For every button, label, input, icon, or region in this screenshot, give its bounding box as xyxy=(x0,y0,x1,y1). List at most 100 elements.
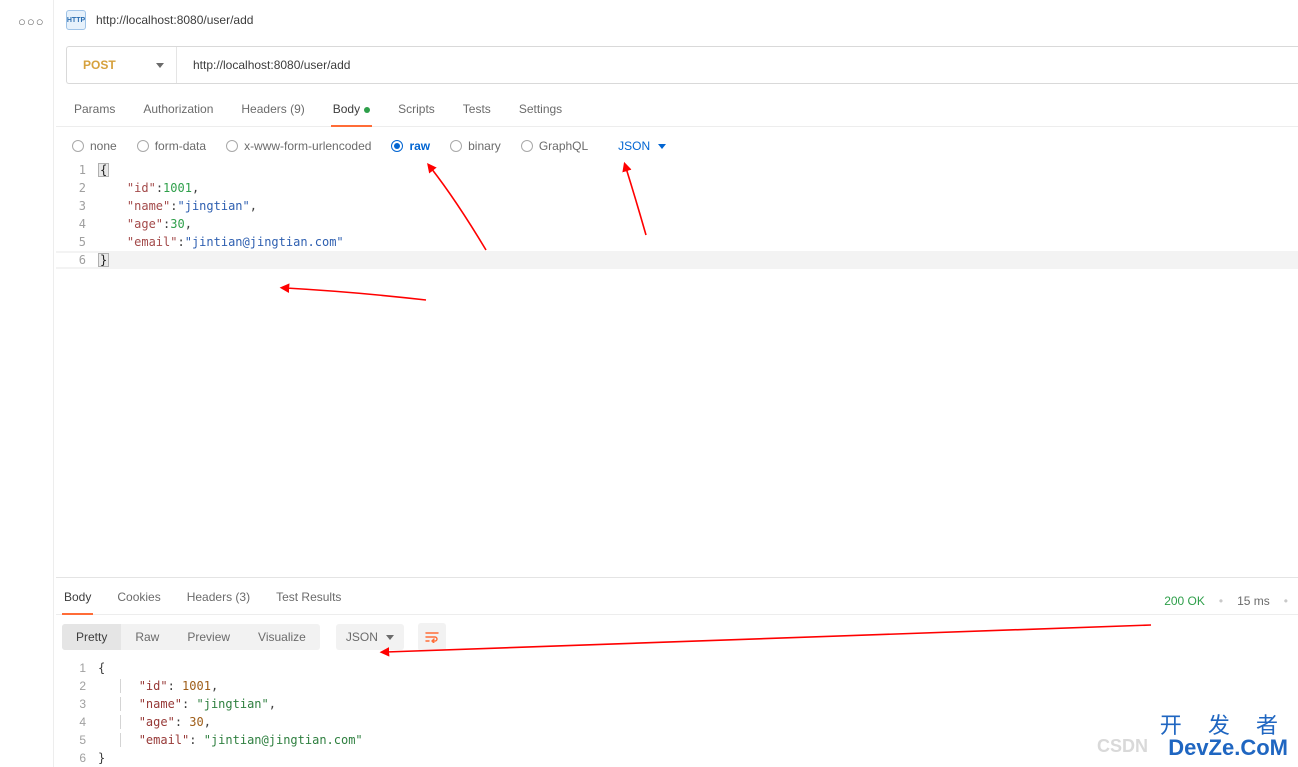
radio-selected-icon xyxy=(391,140,403,152)
request-tab-title: HTTP http://localhost:8080/user/add xyxy=(56,0,1298,40)
editor-blank-area xyxy=(56,269,1298,577)
response-tabs: Body Cookies Headers (3) Test Results xyxy=(60,588,343,614)
json-value: "jintian@jingtian.com" xyxy=(185,235,344,249)
status-badge: 200 OK xyxy=(1164,594,1205,608)
bodytype-form-data[interactable]: form-data xyxy=(137,139,206,153)
line-number: 3 xyxy=(56,697,98,711)
meta-separator: • xyxy=(1284,594,1288,608)
watermark-cn: 开 发 者 xyxy=(1160,715,1288,737)
json-value: 30 xyxy=(170,217,184,231)
raw-format-dropdown[interactable]: JSON xyxy=(618,139,666,153)
wrap-lines-button[interactable] xyxy=(418,623,446,651)
line-number: 2 xyxy=(56,679,98,693)
response-view-group: Pretty Raw Preview Visualize xyxy=(62,624,320,650)
tab-authorization[interactable]: Authorization xyxy=(141,96,215,126)
tab-settings[interactable]: Settings xyxy=(517,96,564,126)
radio-icon xyxy=(72,140,84,152)
radio-icon xyxy=(450,140,462,152)
bodytype-binary[interactable]: binary xyxy=(450,139,501,153)
json-value: 30 xyxy=(189,715,203,729)
line-number: 3 xyxy=(56,199,98,213)
tab-tests[interactable]: Tests xyxy=(461,96,493,126)
line-number: 5 xyxy=(56,235,98,249)
line-number: 5 xyxy=(56,733,98,747)
line-number: 6 xyxy=(56,253,98,267)
request-tabs: Params Authorization Headers (9) Body Sc… xyxy=(56,92,1298,127)
radio-icon xyxy=(226,140,238,152)
brace-open: { xyxy=(98,163,109,177)
tab-scripts[interactable]: Scripts xyxy=(396,96,437,126)
line-number: 1 xyxy=(56,661,98,675)
url-input[interactable]: http://localhost:8080/user/add xyxy=(177,47,1298,83)
main-panel: HTTP http://localhost:8080/user/add POST… xyxy=(56,0,1298,767)
bodytype-none-label: none xyxy=(90,139,117,153)
chevron-down-icon xyxy=(658,144,666,149)
view-visualize[interactable]: Visualize xyxy=(244,624,320,650)
left-gutter: ○○○ xyxy=(0,0,54,767)
response-tab-cookies[interactable]: Cookies xyxy=(115,588,162,614)
bodytype-raw[interactable]: raw xyxy=(391,139,430,153)
json-key: "email" xyxy=(139,733,190,747)
response-toolbar: Pretty Raw Preview Visualize JSON xyxy=(56,614,1298,659)
request-title-text: http://localhost:8080/user/add xyxy=(96,13,253,27)
tab-headers[interactable]: Headers (9) xyxy=(239,96,306,126)
http-method-label: POST xyxy=(83,58,116,72)
line-number: 2 xyxy=(56,181,98,195)
bodytype-binary-label: binary xyxy=(468,139,501,153)
body-type-row: none form-data x-www-form-urlencoded raw… xyxy=(56,127,1298,161)
response-format-label: JSON xyxy=(346,630,378,644)
line-number: 6 xyxy=(56,751,98,765)
chevron-down-icon xyxy=(386,635,394,640)
chevron-down-icon xyxy=(156,63,164,68)
url-bar: POST http://localhost:8080/user/add xyxy=(66,46,1298,84)
json-key: "name" xyxy=(139,697,182,711)
tab-body[interactable]: Body xyxy=(331,96,372,126)
json-key: "id" xyxy=(139,679,168,693)
line-number: 4 xyxy=(56,217,98,231)
meta-separator: • xyxy=(1219,594,1223,608)
json-value: "jingtian" xyxy=(178,199,250,213)
bodytype-x-www[interactable]: x-www-form-urlencoded xyxy=(226,139,371,153)
radio-icon xyxy=(137,140,149,152)
bodytype-none[interactable]: none xyxy=(72,139,117,153)
json-value: 1001 xyxy=(163,181,192,195)
radio-icon xyxy=(521,140,533,152)
view-pretty[interactable]: Pretty xyxy=(62,624,121,650)
response-tab-testresults[interactable]: Test Results xyxy=(274,588,343,614)
json-value: 1001 xyxy=(182,679,211,693)
http-method-select[interactable]: POST xyxy=(67,47,177,83)
response-tab-headers[interactable]: Headers (3) xyxy=(185,588,252,614)
brace-close: } xyxy=(98,253,109,267)
json-key: "age" xyxy=(139,715,175,729)
json-key: "email" xyxy=(127,235,178,249)
view-raw[interactable]: Raw xyxy=(121,624,173,650)
response-meta: 200 OK • 15 ms • xyxy=(1164,594,1288,608)
brace-open: { xyxy=(98,661,105,675)
json-key: "age" xyxy=(127,217,163,231)
wrap-icon xyxy=(425,631,439,643)
bodytype-x-www-label: x-www-form-urlencoded xyxy=(244,139,371,153)
bodytype-form-data-label: form-data xyxy=(155,139,206,153)
bodytype-raw-label: raw xyxy=(409,139,430,153)
watermark-en: DevZe.CoM xyxy=(1160,737,1288,759)
bodytype-graphql-label: GraphQL xyxy=(539,139,588,153)
json-key: "name" xyxy=(127,199,170,213)
request-body-editor[interactable]: 1{ 2 "id":1001, 3 "name":"jingtian", 4 "… xyxy=(56,161,1298,269)
watermark: CSDN 开 发 者 DevZe.CoM xyxy=(1160,715,1288,759)
json-value: "jingtian" xyxy=(197,697,269,711)
response-time: 15 ms xyxy=(1237,594,1270,608)
tab-params[interactable]: Params xyxy=(72,96,117,126)
csdn-watermark: CSDN xyxy=(1097,737,1148,755)
json-key: "id" xyxy=(127,181,156,195)
view-preview[interactable]: Preview xyxy=(173,624,244,650)
response-tab-body[interactable]: Body xyxy=(62,588,93,614)
line-number: 4 xyxy=(56,715,98,729)
response-format-dropdown[interactable]: JSON xyxy=(336,624,404,650)
line-number: 1 xyxy=(56,163,98,177)
more-icon[interactable]: ○○○ xyxy=(18,14,45,29)
json-value: "jintian@jingtian.com" xyxy=(204,733,363,747)
response-header-bar: Body Cookies Headers (3) Test Results 20… xyxy=(56,577,1298,614)
raw-format-label: JSON xyxy=(618,139,650,153)
bodytype-graphql[interactable]: GraphQL xyxy=(521,139,588,153)
http-badge-icon: HTTP xyxy=(66,10,86,30)
